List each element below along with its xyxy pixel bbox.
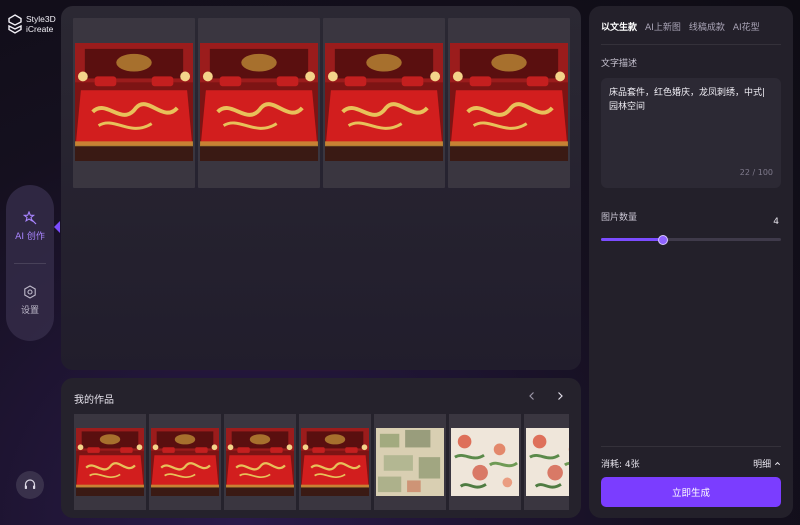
red-dragon-bedding-image [200, 43, 318, 161]
mode-tabs: 以文生款 AI上新图 线稿成款 AI花型 [601, 20, 760, 33]
brand-line-2: iCreate [26, 24, 54, 34]
work-thumbnail[interactable] [299, 414, 371, 510]
char-counter: 22 / 100 [739, 168, 773, 177]
image-count-value: 4 [773, 217, 779, 227]
nav-label-ai-create: AI 创作 [15, 232, 45, 242]
result-image-card[interactable] [323, 18, 445, 188]
magic-wand-icon [23, 211, 37, 225]
footer-divider [601, 446, 781, 447]
bedroom-image [76, 428, 144, 496]
tab-text-to-style[interactable]: 以文生款 [601, 20, 637, 33]
image-count-label: 图片数量 [601, 213, 638, 223]
tab-ai-new-image[interactable]: AI上新图 [645, 20, 681, 33]
active-indicator [54, 221, 60, 233]
red-dragon-bedding-image [325, 43, 443, 161]
works-thumbnail-strip [74, 414, 569, 510]
nav-item-settings[interactable]: 设置 [6, 285, 54, 316]
side-nav: AI 创作 设置 [6, 185, 60, 341]
my-works-panel: 我的作品 [61, 378, 581, 518]
cost-text: 消耗: 4张 [601, 460, 640, 470]
work-thumbnail[interactable] [524, 414, 569, 510]
generate-button[interactable]: 立即生成 [601, 477, 781, 507]
detail-toggle[interactable]: 明细 [753, 457, 781, 470]
tab-sketch-to-style[interactable]: 线稿成款 [689, 20, 725, 33]
work-thumbnail[interactable] [149, 414, 221, 510]
gear-icon [24, 285, 36, 299]
bedroom-image [226, 428, 294, 496]
pattern-floral-image [526, 428, 569, 496]
work-thumbnail[interactable] [449, 414, 521, 510]
work-thumbnail[interactable] [224, 414, 296, 510]
text-description-label: 文字描述 [601, 59, 638, 69]
my-works-title: 我的作品 [74, 395, 114, 406]
red-dragon-bedding-image [75, 43, 193, 161]
tab-ai-pattern[interactable]: AI花型 [733, 20, 760, 33]
prev-button[interactable] [527, 390, 537, 404]
result-image-card[interactable] [198, 18, 320, 188]
brand-logo: Style3D iCreate [8, 14, 56, 34]
text-line-2: 园林空间 [609, 102, 646, 112]
detail-label: 明细 [753, 460, 772, 470]
chevron-left-icon [529, 392, 534, 400]
nav-item-ai-create[interactable]: AI 创作 [6, 211, 54, 242]
chevron-up-icon [774, 461, 781, 466]
red-dragon-bedding-image [450, 43, 568, 161]
tabs-divider [601, 44, 781, 45]
bedroom-image [151, 428, 219, 496]
generation-settings-panel: 以文生款 AI上新图 线稿成款 AI花型 文字描述 床品套件，红色婚庆，龙凤刺绣… [589, 6, 793, 518]
result-image-card[interactable] [448, 18, 570, 188]
text-line-1: 床品套件，红色婚庆，龙凤刺绣，中式| [609, 88, 766, 98]
bedroom-image [301, 428, 369, 496]
pattern-green-image [376, 428, 444, 496]
result-gallery [73, 18, 570, 188]
work-thumbnail[interactable] [74, 414, 146, 510]
work-thumbnail[interactable] [374, 414, 446, 510]
result-panel [61, 6, 581, 370]
pattern-floral-image [451, 428, 519, 496]
support-button[interactable] [16, 471, 44, 499]
chevron-right-icon [558, 392, 563, 400]
brand-line-1: Style3D [26, 14, 56, 24]
text-description-input[interactable]: 床品套件，红色婚庆，龙凤刺绣，中式| 园林空间 22 / 100 [601, 78, 781, 188]
slider-fill [601, 238, 663, 241]
next-button[interactable] [555, 390, 565, 404]
image-count-slider[interactable] [601, 235, 781, 245]
style3d-logo-icon [8, 14, 22, 34]
nav-label-settings: 设置 [20, 306, 39, 316]
slider-handle[interactable] [658, 235, 668, 245]
headset-icon [24, 479, 36, 489]
result-image-card[interactable] [73, 18, 195, 188]
nav-divider [14, 263, 46, 264]
